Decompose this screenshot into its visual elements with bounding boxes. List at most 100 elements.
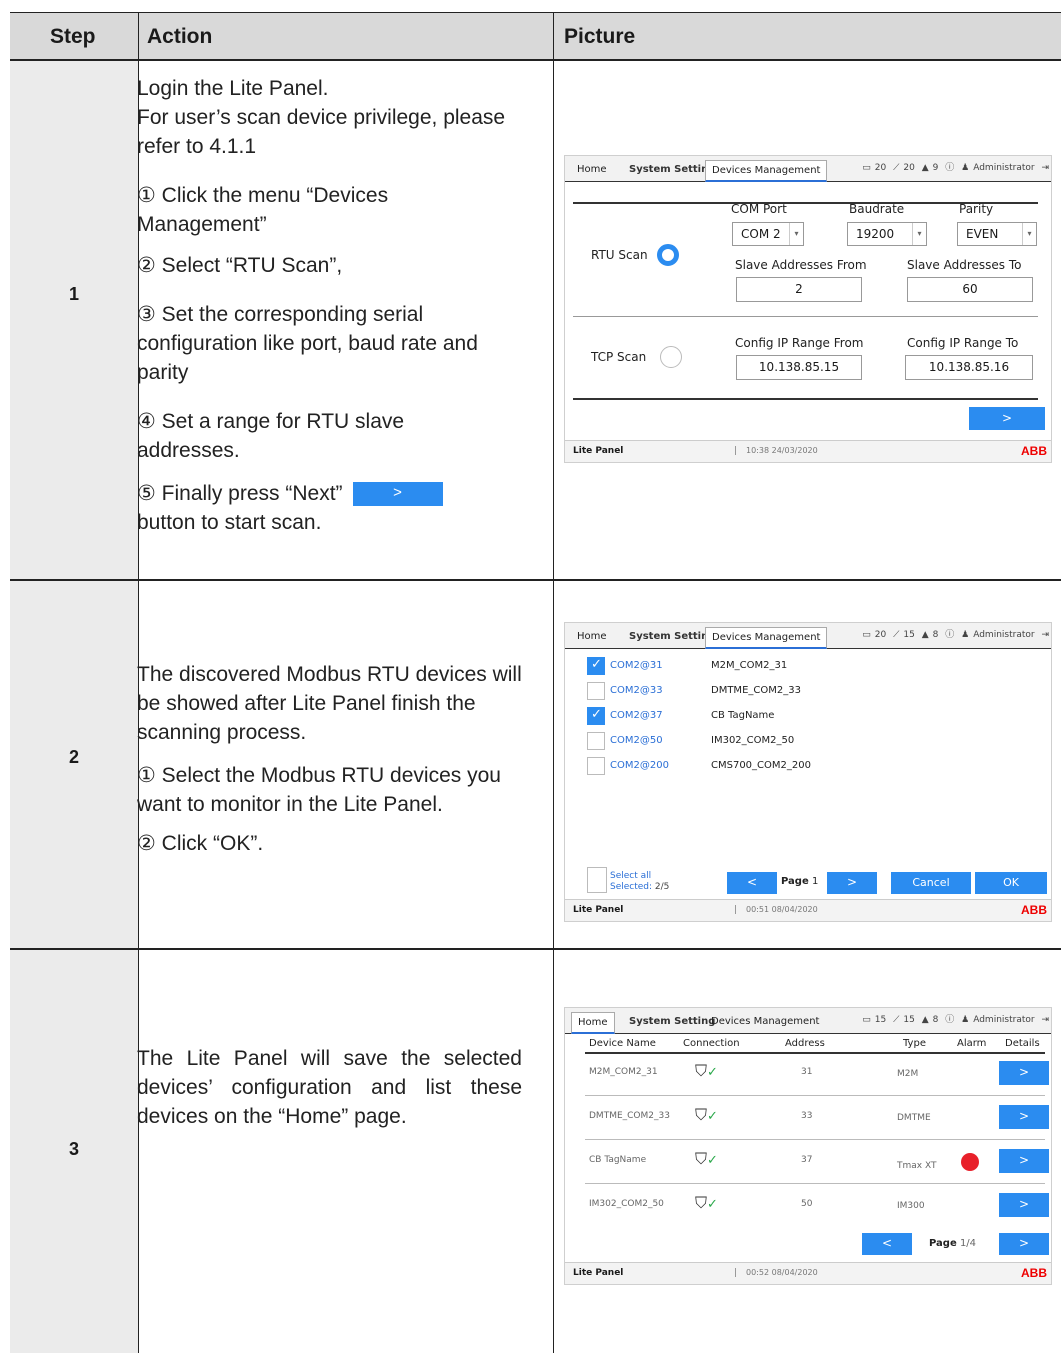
device-address: 31 bbox=[801, 1067, 813, 1077]
rtu-scan-radio[interactable] bbox=[657, 244, 679, 266]
selected-value: 2/5 bbox=[654, 882, 670, 892]
action-line: ④ Set a range for RTU slave addresses. bbox=[137, 410, 405, 462]
action-line: ① Select the Modbus RTU devices you want… bbox=[137, 764, 501, 816]
parity-label: Parity bbox=[959, 202, 994, 216]
next-button[interactable]: > bbox=[969, 407, 1045, 430]
step-number: 2 bbox=[68, 747, 79, 767]
parity-value: EVEN bbox=[966, 227, 999, 241]
abb-logo: ABB bbox=[1021, 1266, 1047, 1280]
com-port-select[interactable]: COM 2 ▾ bbox=[732, 222, 804, 246]
slave-to-input[interactable]: 60 bbox=[907, 277, 1033, 302]
row-divider bbox=[585, 1139, 1045, 1140]
bell-icon: ▲ bbox=[921, 630, 929, 640]
device-address: COM2@200 bbox=[610, 760, 669, 771]
device-type: M2M bbox=[897, 1069, 919, 1079]
row-divider bbox=[10, 579, 1061, 581]
tab-home[interactable]: Home bbox=[571, 627, 613, 649]
next-page-button[interactable]: > bbox=[827, 872, 877, 894]
com-port-value: COM 2 bbox=[741, 227, 781, 241]
next-button-sample: > bbox=[352, 482, 443, 507]
prev-page-button[interactable]: < bbox=[727, 872, 777, 894]
footer-app-name: Lite Panel bbox=[573, 446, 624, 456]
action-line: button to start scan. bbox=[137, 511, 322, 534]
device-type: Tmax XT bbox=[897, 1161, 937, 1171]
monitor-icon: ▭ bbox=[862, 630, 871, 640]
baudrate-select[interactable]: 19200 ▾ bbox=[847, 222, 927, 246]
user-name: Administrator bbox=[973, 163, 1035, 173]
help-icon[interactable]: ⓘ bbox=[945, 630, 954, 640]
device-address: 33 bbox=[801, 1111, 813, 1121]
page-label: Page bbox=[929, 1238, 957, 1249]
device-checkbox[interactable] bbox=[587, 757, 605, 775]
col-type: Type bbox=[903, 1038, 926, 1049]
page-indicator: Page 1/4 bbox=[929, 1238, 976, 1249]
ip-to-label: Config IP Range To bbox=[907, 336, 1019, 350]
device-name: DMTME_COM2_33 bbox=[711, 685, 801, 696]
column-divider bbox=[553, 12, 554, 1353]
divider bbox=[573, 316, 1038, 317]
status-bar: ▭ 15 ⟋ 15 ▲ 8 ⓘ ♟ Administrator ⇥ bbox=[858, 1012, 1049, 1025]
help-icon[interactable]: ⓘ bbox=[945, 1015, 954, 1025]
header-picture: Picture bbox=[564, 25, 636, 48]
user-name: Administrator bbox=[973, 1015, 1035, 1025]
step2-action: The discovered Modbus RTU devices will b… bbox=[137, 660, 537, 858]
details-button[interactable]: > bbox=[999, 1105, 1049, 1129]
logout-icon[interactable]: ⇥ bbox=[1041, 1015, 1049, 1025]
abb-logo: ABB bbox=[1021, 903, 1047, 917]
tab-bar: Home System Setting Devices Management ▭… bbox=[565, 156, 1051, 182]
user-icon: ♟ bbox=[961, 630, 970, 640]
tab-devices-management[interactable]: Devices Management bbox=[705, 627, 828, 649]
select-all-checkbox[interactable] bbox=[587, 867, 607, 893]
slave-to-label: Slave Addresses To bbox=[907, 258, 1022, 272]
tab-home[interactable]: Home bbox=[571, 160, 613, 182]
device-address: COM2@31 bbox=[610, 660, 663, 671]
step3-action: The Lite Panel will save the selected de… bbox=[137, 1044, 537, 1131]
selected-count: Selected: 2/5 bbox=[610, 882, 669, 892]
ok-button[interactable]: OK bbox=[975, 872, 1047, 894]
device-checkbox[interactable] bbox=[587, 707, 605, 725]
connection-status-icon: ⛉✓ bbox=[695, 1149, 718, 1168]
tab-home[interactable]: Home bbox=[571, 1012, 615, 1034]
help-icon[interactable]: ⓘ bbox=[945, 163, 954, 173]
step1-action: Login the Lite Panel. For user’s scan de… bbox=[137, 74, 537, 537]
device-name: IM302_COM2_50 bbox=[589, 1199, 664, 1209]
device-type: DMTME bbox=[897, 1113, 931, 1123]
tab-bar: Home System Setting Devices Management ▭… bbox=[565, 1008, 1051, 1034]
parity-select[interactable]: EVEN ▾ bbox=[957, 222, 1037, 246]
device-address: COM2@33 bbox=[610, 685, 663, 696]
logout-icon[interactable]: ⇥ bbox=[1041, 163, 1049, 173]
device-address: 50 bbox=[801, 1199, 813, 1209]
device-checkbox[interactable] bbox=[587, 682, 605, 700]
logout-icon[interactable]: ⇥ bbox=[1041, 630, 1049, 640]
status-count: 8 bbox=[932, 630, 939, 640]
device-name: M2M_COM2_31 bbox=[589, 1067, 658, 1077]
select-all-label[interactable]: Select all bbox=[610, 871, 651, 881]
ip-to-input[interactable]: 10.138.85.16 bbox=[905, 355, 1033, 380]
ip-from-input[interactable]: 10.138.85.15 bbox=[736, 355, 862, 380]
details-button[interactable]: > bbox=[999, 1061, 1049, 1085]
chevron-down-icon: ▾ bbox=[789, 223, 803, 245]
tab-devices-management[interactable]: Devices Management bbox=[705, 160, 828, 182]
device-checkbox[interactable] bbox=[587, 732, 605, 750]
slave-from-label: Slave Addresses From bbox=[735, 258, 867, 272]
details-button[interactable]: > bbox=[999, 1193, 1049, 1217]
slave-from-input[interactable]: 2 bbox=[736, 277, 862, 302]
chevron-down-icon: ▾ bbox=[1022, 223, 1036, 245]
connection-status-icon: ⛉✓ bbox=[695, 1061, 718, 1080]
next-page-button[interactable]: > bbox=[999, 1233, 1049, 1255]
details-button[interactable]: > bbox=[999, 1149, 1049, 1173]
action-line: ② Select “RTU Scan”, bbox=[137, 254, 343, 277]
step-number: 1 bbox=[68, 284, 79, 304]
footer-time: 00:51 08/04/2020 bbox=[735, 905, 818, 914]
footer: Lite Panel 00:51 08/04/2020 ABB bbox=[565, 899, 1051, 921]
cancel-button[interactable]: Cancel bbox=[891, 872, 971, 894]
action-line: ③ Set the corresponding serial configura… bbox=[137, 303, 478, 384]
tab-devices-management[interactable]: Devices Management bbox=[705, 1012, 825, 1034]
status-count: 9 bbox=[932, 163, 939, 173]
user-name: Administrator bbox=[973, 630, 1035, 640]
device-checkbox[interactable] bbox=[587, 657, 605, 675]
tcp-scan-radio[interactable] bbox=[660, 346, 682, 368]
rtu-scan-label: RTU Scan bbox=[591, 248, 648, 262]
device-name: DMTME_COM2_33 bbox=[589, 1111, 670, 1121]
prev-page-button[interactable]: < bbox=[862, 1233, 912, 1255]
